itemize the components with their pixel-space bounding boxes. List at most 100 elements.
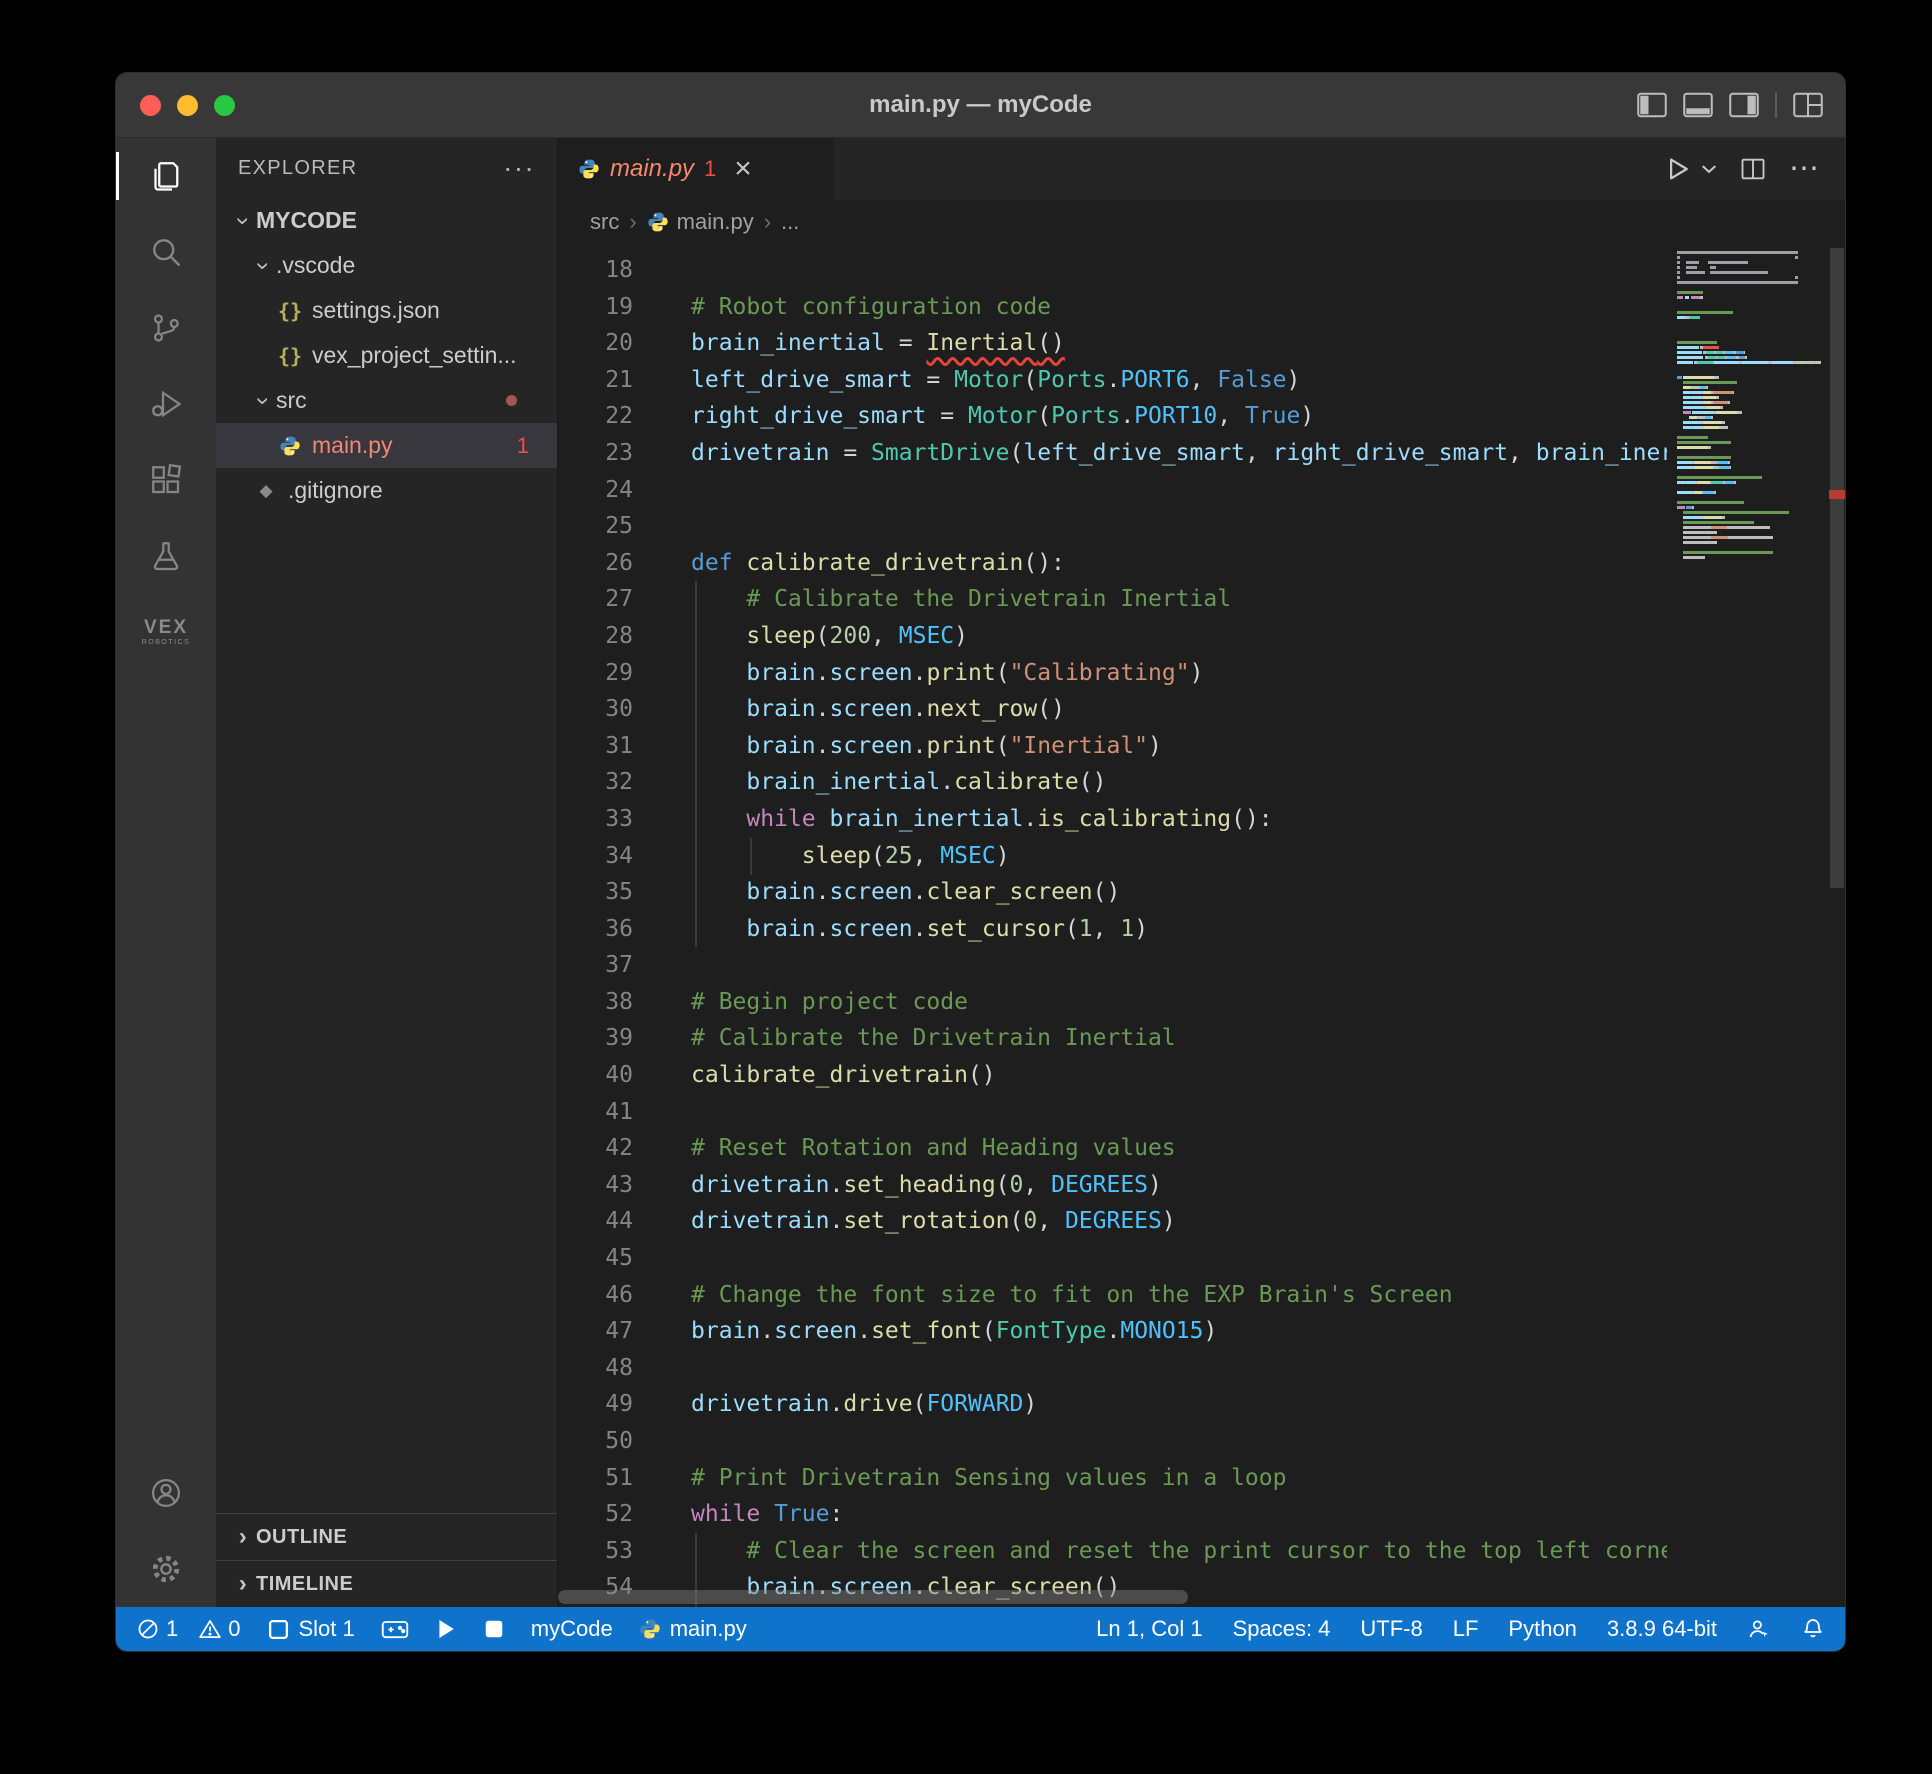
- code-editor[interactable]: 1819# Robot configuration code20brain_in…: [558, 244, 1845, 1607]
- code-line-29[interactable]: 29 brain.screen.print("Calibrating"): [558, 655, 1667, 692]
- code-line-48[interactable]: 48: [558, 1350, 1667, 1387]
- slot-indicator[interactable]: Slot 1: [267, 1616, 355, 1642]
- vex-device-button[interactable]: [381, 1617, 409, 1641]
- run-button[interactable]: [435, 1617, 457, 1641]
- code-line-19[interactable]: 19# Robot configuration code: [558, 289, 1667, 326]
- run-and-debug-icon[interactable]: [116, 366, 216, 442]
- code-line-49[interactable]: 49drivetrain.drive(FORWARD): [558, 1386, 1667, 1423]
- chevron-right-icon: ›: [230, 1523, 256, 1551]
- code-text: # Clear the screen and reset the print c…: [691, 1533, 1667, 1570]
- cursor-position[interactable]: Ln 1, Col 1: [1096, 1616, 1202, 1642]
- toggle-secondary-sidebar-icon[interactable]: [1729, 92, 1759, 118]
- code-line-26[interactable]: 26def calibrate_drivetrain():: [558, 545, 1667, 582]
- code-text: brain_inertial = Inertial(): [691, 325, 1065, 362]
- tree-item-main-py[interactable]: main.py1: [216, 423, 557, 468]
- outline-section-header[interactable]: › OUTLINE: [216, 1513, 557, 1560]
- code-line-27[interactable]: 27 # Calibrate the Drivetrain Inertial: [558, 581, 1667, 618]
- code-line-51[interactable]: 51# Print Drivetrain Sensing values in a…: [558, 1460, 1667, 1497]
- python-interpreter[interactable]: 3.8.9 64-bit: [1607, 1616, 1717, 1642]
- breadcrumb-folder[interactable]: src: [590, 209, 619, 235]
- toggle-primary-sidebar-icon[interactable]: [1637, 92, 1667, 118]
- active-file[interactable]: main.py: [639, 1616, 747, 1642]
- horizontal-scrollbar[interactable]: [558, 1590, 1188, 1604]
- code-line-42[interactable]: 42# Reset Rotation and Heading values: [558, 1130, 1667, 1167]
- code-line-39[interactable]: 39# Calibrate the Drivetrain Inertial: [558, 1020, 1667, 1057]
- source-control-icon[interactable]: [116, 290, 216, 366]
- breadcrumb-symbol[interactable]: ...: [781, 209, 799, 235]
- code-line-25[interactable]: 25: [558, 508, 1667, 545]
- python-file-icon: [639, 1618, 661, 1640]
- feedback-icon[interactable]: [1747, 1617, 1771, 1641]
- scrollbar-thumb[interactable]: [1830, 248, 1844, 888]
- code-line-34[interactable]: 34 sleep(25, MSEC): [558, 838, 1667, 875]
- code-line-46[interactable]: 46# Change the font size to fit on the E…: [558, 1277, 1667, 1314]
- encoding[interactable]: UTF-8: [1360, 1616, 1422, 1642]
- code-line-43[interactable]: 43drivetrain.set_heading(0, DEGREES): [558, 1167, 1667, 1204]
- window-title: main.py — myCode: [869, 91, 1092, 119]
- tree-item-src[interactable]: ›src: [216, 378, 557, 423]
- vscode-window: main.py — myCode VEX ROBOTICS: [115, 72, 1846, 1652]
- code-line-38[interactable]: 38# Begin project code: [558, 984, 1667, 1021]
- code-text: while True:: [691, 1496, 843, 1533]
- extensions-icon[interactable]: [116, 442, 216, 518]
- problems-indicator[interactable]: 1 0: [136, 1616, 241, 1642]
- python-file-icon: [274, 435, 306, 457]
- code-line-22[interactable]: 22right_drive_smart = Motor(Ports.PORT10…: [558, 398, 1667, 435]
- code-line-40[interactable]: 40calibrate_drivetrain(): [558, 1057, 1667, 1094]
- settings-gear-icon[interactable]: [116, 1531, 216, 1607]
- code-line-23[interactable]: 23drivetrain = SmartDrive(left_drive_sma…: [558, 435, 1667, 472]
- code-line-24[interactable]: 24: [558, 472, 1667, 509]
- vertical-scrollbar[interactable]: [1829, 244, 1845, 1607]
- close-window-button[interactable]: [140, 95, 161, 116]
- eol-sequence[interactable]: LF: [1453, 1616, 1479, 1642]
- tree-item-vscode[interactable]: ›.vscode: [216, 243, 557, 288]
- testing-icon[interactable]: [116, 518, 216, 594]
- code-line-53[interactable]: 53 # Clear the screen and reset the prin…: [558, 1533, 1667, 1570]
- zoom-window-button[interactable]: [214, 95, 235, 116]
- project-name[interactable]: myCode: [531, 1616, 613, 1642]
- code-text: # Reset Rotation and Heading values: [691, 1130, 1176, 1167]
- stop-button[interactable]: [483, 1618, 505, 1640]
- tab-main-py[interactable]: main.py 1 ×: [558, 138, 834, 200]
- code-line-30[interactable]: 30 brain.screen.next_row(): [558, 691, 1667, 728]
- tree-item-gitignore[interactable]: ◆.gitignore: [216, 468, 557, 513]
- notifications-bell-icon[interactable]: [1801, 1617, 1825, 1641]
- indentation[interactable]: Spaces: 4: [1233, 1616, 1331, 1642]
- code-line-50[interactable]: 50: [558, 1423, 1667, 1460]
- account-icon[interactable]: [116, 1455, 216, 1531]
- language-mode[interactable]: Python: [1508, 1616, 1577, 1642]
- run-python-file-icon[interactable]: [1663, 154, 1693, 184]
- tree-root-mycode[interactable]: › MYCODE: [216, 198, 557, 243]
- vex-extension-icon[interactable]: VEX ROBOTICS: [116, 594, 216, 670]
- code-line-33[interactable]: 33 while brain_inertial.is_calibrating()…: [558, 801, 1667, 838]
- code-line-47[interactable]: 47brain.screen.set_font(FontType.MONO15): [558, 1313, 1667, 1350]
- code-line-45[interactable]: 45: [558, 1240, 1667, 1277]
- code-line-28[interactable]: 28 sleep(200, MSEC): [558, 618, 1667, 655]
- line-number: 35: [558, 874, 633, 911]
- search-icon[interactable]: [116, 214, 216, 290]
- minimize-window-button[interactable]: [177, 95, 198, 116]
- code-line-32[interactable]: 32 brain_inertial.calibrate(): [558, 764, 1667, 801]
- breadcrumb-file[interactable]: main.py: [647, 209, 754, 235]
- code-line-31[interactable]: 31 brain.screen.print("Inertial"): [558, 728, 1667, 765]
- chevron-down-icon: ›: [229, 208, 257, 234]
- code-line-35[interactable]: 35 brain.screen.clear_screen(): [558, 874, 1667, 911]
- code-line-20[interactable]: 20brain_inertial = Inertial(): [558, 325, 1667, 362]
- code-line-21[interactable]: 21left_drive_smart = Motor(Ports.PORT6, …: [558, 362, 1667, 399]
- tree-item-vex-project-settin[interactable]: {}vex_project_settin...: [216, 333, 557, 378]
- tree-item-settings-json[interactable]: {}settings.json: [216, 288, 557, 333]
- code-line-41[interactable]: 41: [558, 1094, 1667, 1131]
- explorer-icon[interactable]: [116, 138, 216, 214]
- code-line-52[interactable]: 52while True:: [558, 1496, 1667, 1533]
- code-line-44[interactable]: 44drivetrain.set_rotation(0, DEGREES): [558, 1203, 1667, 1240]
- code-line-36[interactable]: 36 brain.screen.set_cursor(1, 1): [558, 911, 1667, 948]
- timeline-section-header[interactable]: › TIMELINE: [216, 1560, 557, 1607]
- minimap[interactable]: [1677, 250, 1829, 560]
- customize-layout-icon[interactable]: [1793, 92, 1823, 118]
- code-line-18[interactable]: 18: [558, 252, 1667, 289]
- run-dropdown-chevron-icon[interactable]: [1701, 163, 1717, 175]
- split-editor-icon[interactable]: [1739, 155, 1767, 183]
- toggle-panel-icon[interactable]: [1683, 92, 1713, 118]
- tab-label: main.py: [610, 155, 694, 183]
- code-line-37[interactable]: 37: [558, 947, 1667, 984]
